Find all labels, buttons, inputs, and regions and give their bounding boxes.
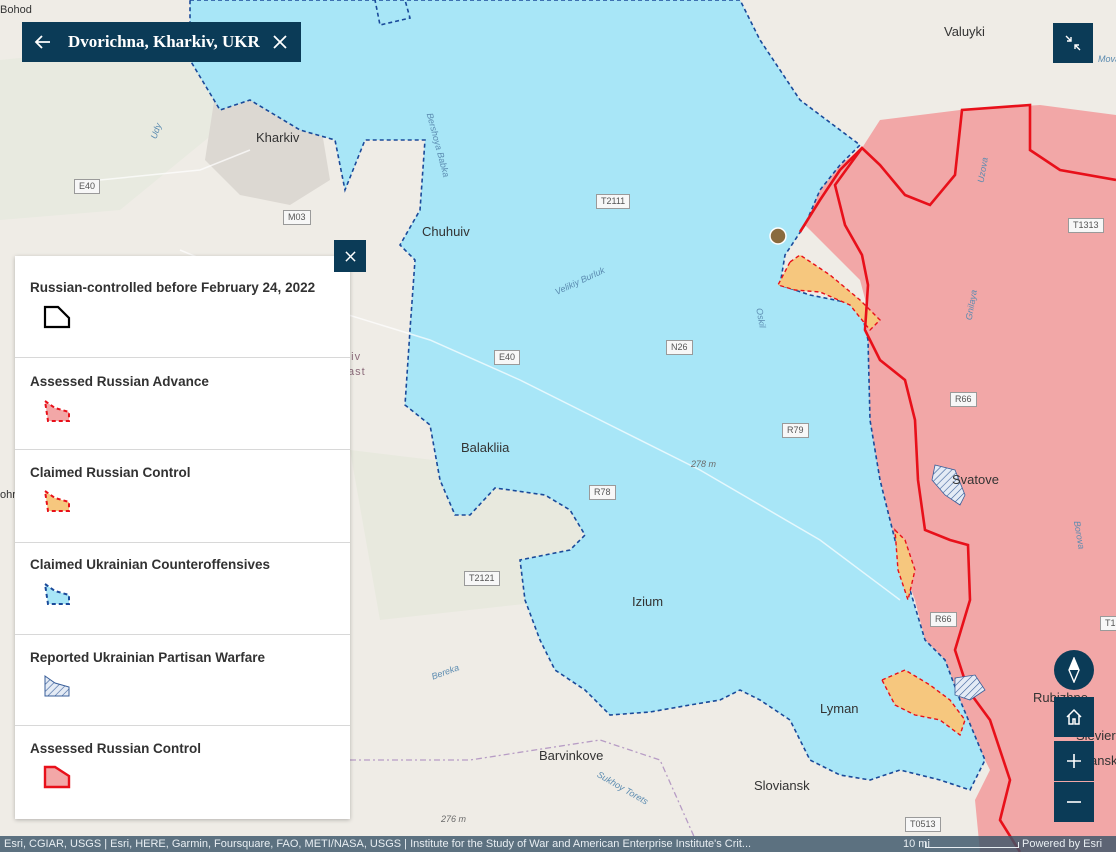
attribution-text[interactable]: Esri, CGIAR, USGS | Esri, HERE, Garmin, …: [4, 836, 824, 852]
city-label-chuhuiv: Chuhuiv: [422, 224, 470, 239]
home-button[interactable]: [1054, 697, 1094, 737]
compass-icon: [1068, 657, 1080, 683]
river-label-mova: Mova: [1098, 54, 1116, 64]
outline-polygon-icon: [43, 305, 71, 329]
powered-by-esri-link[interactable]: Powered by Esri: [1022, 836, 1102, 852]
back-button[interactable]: [32, 31, 54, 53]
road-label-e40: E40: [74, 179, 101, 194]
attribution-bar: Esri, CGIAR, USGS | Esri, HERE, Garmin, …: [0, 836, 1116, 852]
legend-item: Assessed Russian Control: [15, 726, 350, 819]
close-icon: [344, 250, 356, 262]
legend-panel: Russian-controlled before February 24, 2…: [15, 256, 350, 819]
hatched-polygon-icon: [44, 675, 70, 697]
close-icon: [273, 35, 287, 49]
legend-close-button[interactable]: [334, 240, 366, 272]
red-dashed-polygon-icon: [43, 398, 70, 422]
city-label-balakliia: Balakliia: [461, 440, 510, 455]
clear-search-button[interactable]: [269, 31, 291, 53]
legend-item: Reported Ukrainian Partisan Warfare: [15, 635, 350, 726]
legend-item: Russian-controlled before February 24, 2…: [15, 256, 350, 358]
legend-label: Assessed Russian Control: [30, 741, 202, 756]
location-marker-icon: [769, 227, 787, 245]
road-label-e40: E40: [494, 350, 521, 365]
scale-bar: [925, 842, 1019, 848]
road-label-t1313: T1313: [1068, 218, 1104, 233]
road-label-m03: M03: [283, 210, 311, 225]
road-label-t2121: T2121: [464, 571, 500, 586]
exit-fullscreen-button[interactable]: [1053, 23, 1093, 63]
city-label-kharkiv: Kharkiv: [256, 130, 300, 145]
arrow-left-icon: [34, 35, 50, 49]
legend-item: Claimed Ukrainian Counteroffensives: [15, 543, 350, 635]
city-label-bohod: Bohod: [0, 4, 32, 16]
legend-label: Assessed Russian Advance: [30, 374, 209, 389]
legend-label: Russian-controlled before February 24, 2…: [30, 280, 316, 295]
road-label-r78: R78: [589, 485, 616, 500]
city-label-barvinkove: Barvinkove: [539, 748, 604, 763]
city-label-lyman: Lyman: [820, 701, 859, 716]
city-label-svatove: Svatove: [952, 472, 999, 487]
road-label-r79: R79: [782, 423, 809, 438]
home-icon: [1066, 708, 1082, 725]
red-polygon-icon: [43, 765, 71, 789]
compass-button[interactable]: [1054, 650, 1094, 690]
legend-item: Assessed Russian Advance: [15, 358, 350, 450]
road-label-r66: R66: [930, 612, 957, 627]
blue-dashed-polygon-icon: [43, 581, 70, 605]
legend-label: Claimed Russian Control: [30, 465, 191, 480]
road-label-t2111: T2111: [596, 194, 631, 209]
plus-icon: [1067, 754, 1081, 768]
minus-icon: [1067, 801, 1081, 803]
orange-dashed-polygon-icon: [43, 488, 70, 512]
road-label-r66: R66: [950, 392, 977, 407]
legend-label: Claimed Ukrainian Counteroffensives: [30, 557, 271, 572]
elevation-label: 276 m: [441, 814, 467, 824]
search-result-title: Dvorichna, Kharkiv, UKR: [68, 32, 260, 51]
road-label-t13: T13: [1100, 616, 1116, 631]
legend-label: Reported Ukrainian Partisan Warfare: [30, 650, 266, 665]
road-label-n26: N26: [666, 340, 693, 355]
search-result-bar: Dvorichna, Kharkiv, UKR: [22, 22, 301, 62]
zoom-in-button[interactable]: [1054, 741, 1094, 781]
legend-item: Claimed Russian Control: [15, 450, 350, 543]
city-label-izium: Izium: [632, 594, 664, 609]
elevation-label: 278 m: [691, 459, 717, 469]
zoom-out-button[interactable]: [1054, 782, 1094, 822]
region-label-oblast: ast: [348, 366, 366, 378]
road-label-t0513: T0513: [905, 817, 941, 832]
city-label-valuyki: Valuyki: [944, 24, 985, 39]
exit-fullscreen-icon: [1065, 35, 1081, 51]
city-label-sloviansk: Sloviansk: [754, 778, 810, 793]
